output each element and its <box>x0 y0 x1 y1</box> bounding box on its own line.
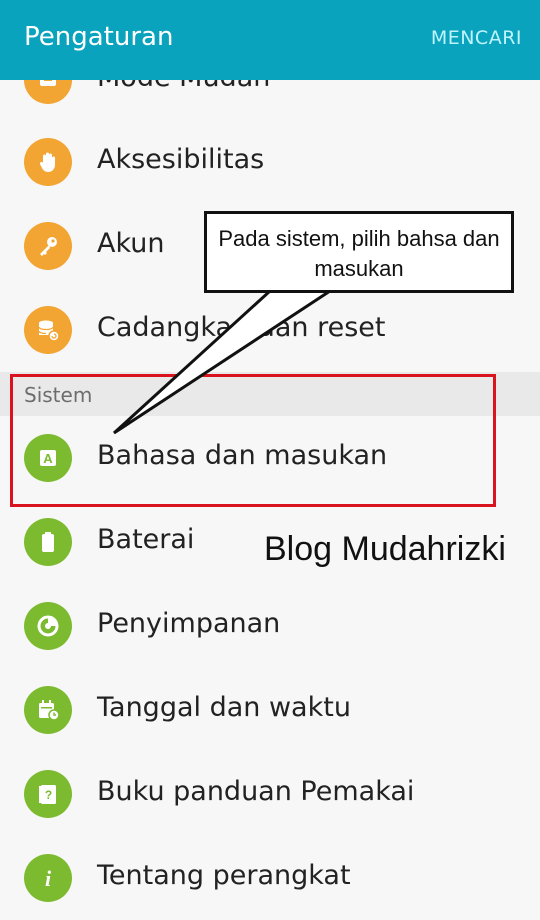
callout-pointer <box>112 289 336 435</box>
callout-box: Pada sistem, pilih bahsa dan masukan <box>204 211 514 293</box>
